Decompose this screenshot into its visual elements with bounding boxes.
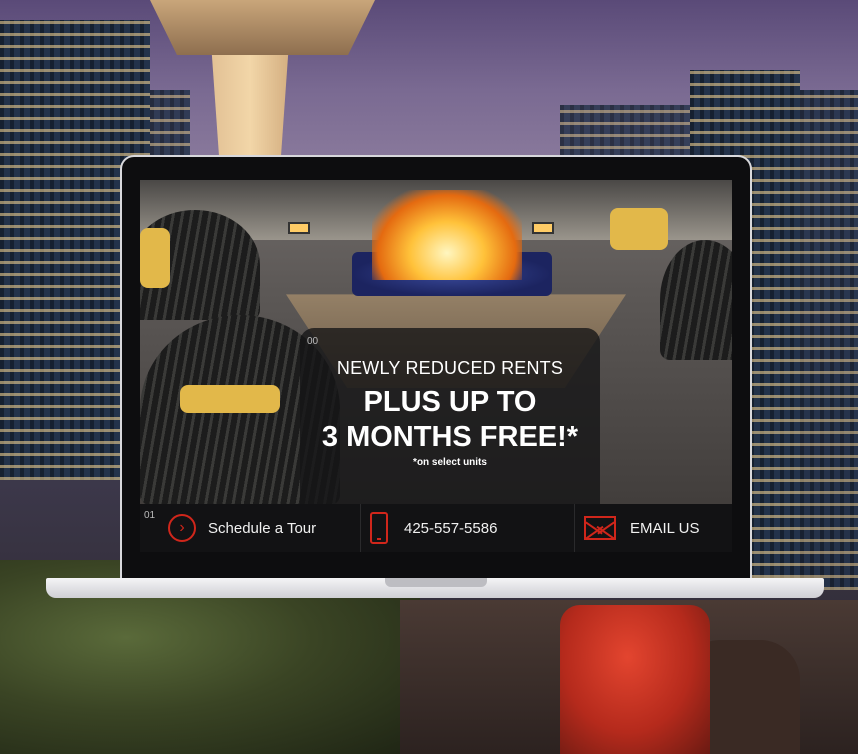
email-us-label: EMAIL US <box>630 519 700 537</box>
promo-banner: NEWLY REDUCED RENTS PLUS UP TO 3 MONTHS … <box>300 328 600 504</box>
promo-offer-line1: PLUS UP TO <box>363 386 537 418</box>
patio-chair <box>660 240 732 360</box>
action-bar: 01 › Schedule a Tour 425-557-5586 EMAIL … <box>140 504 732 552</box>
schedule-tour-button[interactable]: › Schedule a Tour <box>168 504 316 552</box>
promo-headline: NEWLY REDUCED RENTS <box>336 358 564 378</box>
chevron-right-circle-icon: › <box>168 514 196 542</box>
space-needle-top <box>150 0 375 55</box>
fire-flame <box>372 190 522 280</box>
yellow-pillow <box>140 228 170 288</box>
schedule-tour-label: Schedule a Tour <box>208 519 317 537</box>
wall-light <box>532 222 554 234</box>
wall-light <box>288 222 310 234</box>
phone-number: 425-557-5586 <box>404 519 498 537</box>
promo-slide-index: 00 <box>307 336 319 347</box>
skyscraper-right-2 <box>800 90 858 590</box>
promo-offer-line2: 3 MONTHS FREE!* <box>321 420 579 453</box>
red-patio-chair <box>560 605 710 754</box>
promo-footnote: *on select units <box>413 457 487 469</box>
laptop-screen: NEWLY REDUCED RENTS PLUS UP TO 3 MONTHS … <box>140 180 732 552</box>
envelope-icon <box>584 516 616 540</box>
laptop-notch <box>385 578 487 587</box>
email-us-button[interactable]: EMAIL US <box>584 504 699 552</box>
phone-icon <box>370 512 388 544</box>
yellow-pillow <box>180 385 280 413</box>
action-bar-index: 01 <box>144 510 156 521</box>
action-divider <box>574 504 575 552</box>
yellow-pillow <box>610 208 668 250</box>
action-divider <box>360 504 361 552</box>
phone-link[interactable]: 425-557-5586 <box>370 504 497 552</box>
